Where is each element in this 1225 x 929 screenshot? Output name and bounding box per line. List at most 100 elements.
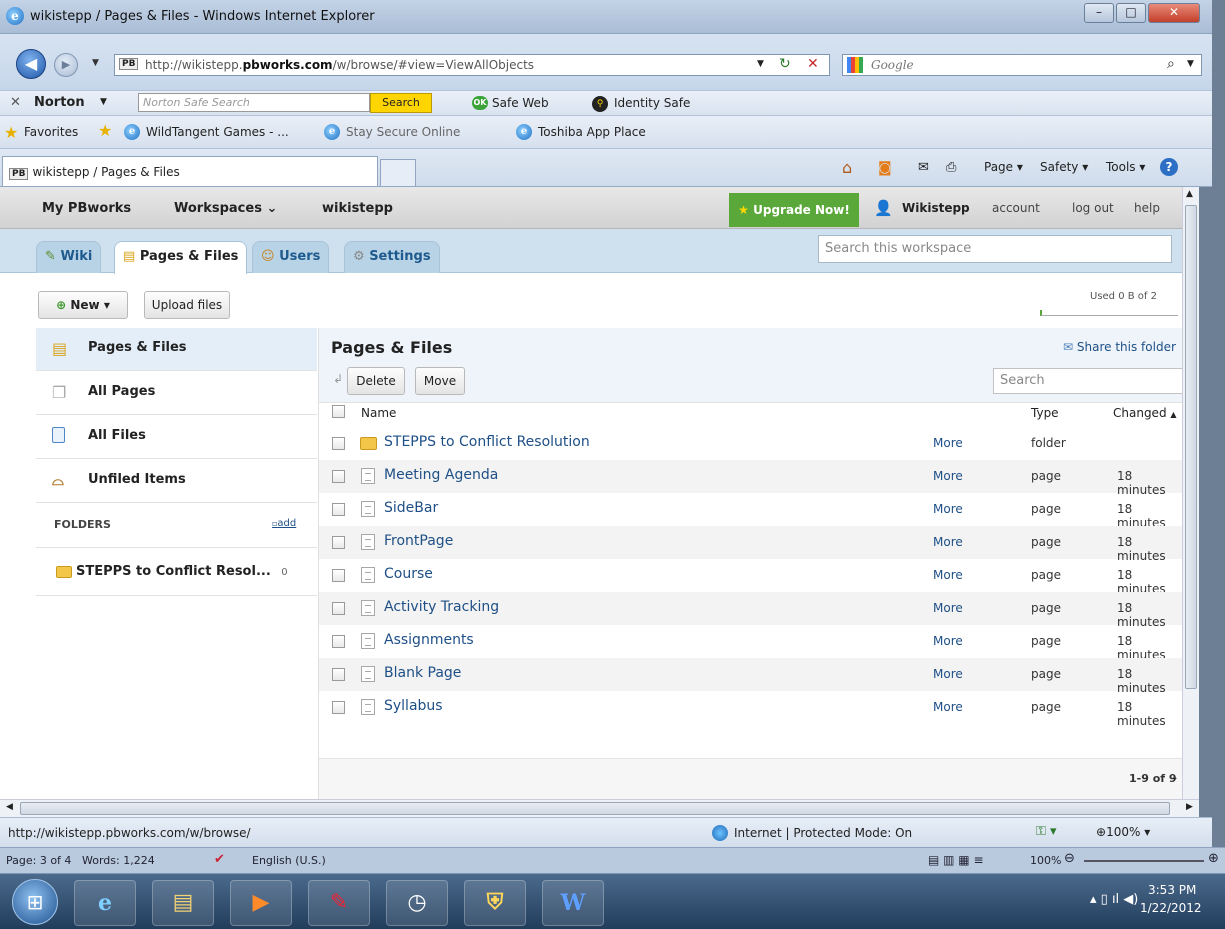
horizontal-scrollbar[interactable]: ◀ ▶: [0, 799, 1199, 817]
row-name[interactable]: Meeting Agenda: [384, 467, 498, 483]
table-row[interactable]: FrontPage More page 18 minutes: [319, 526, 1182, 563]
upgrade-button[interactable]: ★ Upgrade Now!: [729, 193, 859, 227]
user-name[interactable]: Wikistepp: [902, 201, 970, 215]
identity-safe-button[interactable]: Identity Safe: [614, 96, 690, 110]
print-icon[interactable]: ⎙: [946, 160, 956, 175]
zoom-in-icon[interactable]: ⊕: [1208, 851, 1219, 866]
zoom-level[interactable]: ⊕100% ▾: [1096, 825, 1150, 839]
address-bar[interactable]: PB http://wikistepp.pbworks.com/w/browse…: [114, 54, 830, 76]
row-more-link[interactable]: More: [933, 634, 963, 648]
norton-logo[interactable]: Norton: [34, 95, 85, 110]
help-link[interactable]: help: [1134, 201, 1160, 215]
column-type[interactable]: Type: [1031, 406, 1059, 420]
browser-tab-active[interactable]: PB wikistepp / Pages & Files: [2, 156, 378, 186]
sidebar-folder-item[interactable]: STEPPS to Conflict Resol... 0: [36, 549, 317, 596]
taskbar-clock-icon[interactable]: ◷: [386, 880, 448, 926]
refresh-icon[interactable]: ↻: [779, 56, 791, 72]
home-icon[interactable]: ⌂: [842, 158, 852, 177]
tab-users[interactable]: ☺ Users: [252, 241, 330, 273]
row-checkbox[interactable]: [332, 569, 345, 582]
table-row[interactable]: Assignments More page 18 minutes: [319, 625, 1182, 662]
close-button[interactable]: ✕: [1148, 3, 1200, 23]
pagination-dropdown-icon[interactable]: ⌄: [1171, 773, 1179, 783]
protected-mode-icon[interactable]: ⚿ ▾: [1036, 824, 1057, 839]
table-row[interactable]: SideBar More page 18 minutes: [319, 493, 1182, 530]
row-name[interactable]: SideBar: [384, 500, 438, 516]
address-dropdown-icon[interactable]: ▼: [757, 59, 764, 69]
move-button[interactable]: Move: [415, 367, 465, 395]
norton-search-button[interactable]: Search: [370, 93, 432, 113]
row-more-link[interactable]: More: [933, 535, 963, 549]
taskbar-pin-icon[interactable]: ✎: [308, 880, 370, 926]
table-row[interactable]: Syllabus More page 18 minutes: [319, 691, 1182, 728]
row-name[interactable]: Course: [384, 566, 433, 582]
taskbar-ie-icon[interactable]: e: [74, 880, 136, 926]
table-row[interactable]: Meeting Agenda More page 18 minutes: [319, 460, 1182, 497]
security-zone[interactable]: Internet | Protected Mode: On: [734, 826, 912, 840]
row-checkbox[interactable]: [332, 437, 345, 450]
tab-pages-files[interactable]: ▤ Pages & Files: [114, 241, 248, 274]
new-button[interactable]: ⊕ New ▾: [38, 291, 128, 319]
close-toolbar-icon[interactable]: ✕: [10, 95, 21, 110]
my-pbworks-link[interactable]: My PBworks: [42, 201, 131, 216]
row-name[interactable]: Assignments: [384, 632, 474, 648]
vertical-scrollbar[interactable]: ▲: [1182, 187, 1199, 799]
workspace-search-input[interactable]: Search this workspace: [818, 235, 1172, 263]
clock-time[interactable]: 3:53 PM: [1148, 883, 1196, 897]
stop-icon[interactable]: ✕: [807, 56, 819, 72]
row-more-link[interactable]: More: [933, 667, 963, 681]
row-more-link[interactable]: More: [933, 700, 963, 714]
proofing-icon[interactable]: ✔: [214, 852, 225, 867]
feeds-icon[interactable]: ◙: [878, 160, 892, 176]
scroll-right-icon[interactable]: ▶: [1186, 802, 1193, 812]
scroll-up-icon[interactable]: ▲: [1186, 189, 1193, 199]
minimize-button[interactable]: –: [1084, 3, 1114, 23]
row-more-link[interactable]: More: [933, 502, 963, 516]
forward-button[interactable]: ▶: [54, 53, 78, 77]
tools-menu[interactable]: Tools ▾: [1106, 160, 1145, 174]
delete-button[interactable]: Delete: [347, 367, 405, 395]
view-buttons-icon[interactable]: ▤ ▥ ▦ ≡: [928, 853, 984, 867]
norton-menu-icon[interactable]: ▼: [100, 97, 107, 107]
row-checkbox[interactable]: [332, 635, 345, 648]
select-all-checkbox[interactable]: [332, 405, 345, 418]
new-tab-button[interactable]: [380, 159, 416, 186]
row-checkbox[interactable]: [332, 602, 345, 615]
row-checkbox[interactable]: [332, 503, 345, 516]
add-favorite-icon[interactable]: ★: [98, 121, 112, 140]
row-checkbox[interactable]: [332, 668, 345, 681]
row-more-link[interactable]: More: [933, 469, 963, 483]
taskbar-word-icon[interactable]: W: [542, 880, 604, 926]
table-row[interactable]: Course More page 18 minutes: [319, 559, 1182, 596]
mail-icon[interactable]: ✉: [918, 160, 929, 175]
tray-icons[interactable]: ▴ ▯ ıl ◀): [1090, 892, 1138, 907]
norton-search-input[interactable]: Norton Safe Search: [138, 93, 370, 112]
account-link[interactable]: account: [992, 201, 1040, 215]
taskbar-media-icon[interactable]: ▶: [230, 880, 292, 926]
row-name[interactable]: Activity Tracking: [384, 599, 499, 615]
scroll-left-icon[interactable]: ◀: [6, 802, 13, 812]
word-language[interactable]: English (U.S.): [252, 854, 326, 867]
sidebar-item-all-pages[interactable]: ❐ All Pages: [36, 372, 317, 415]
row-checkbox[interactable]: [332, 470, 345, 483]
sidebar-item-pages-files[interactable]: ▤ Pages & Files: [36, 328, 317, 371]
fav-toshiba[interactable]: Toshiba App Place: [538, 125, 646, 139]
taskbar-shield-icon[interactable]: ⛨: [464, 880, 526, 926]
word-zoom[interactable]: 100%: [1030, 854, 1061, 867]
fav-wildtangent[interactable]: WildTangent Games - ...: [146, 125, 289, 139]
recent-pages-dropdown-icon[interactable]: ▼: [92, 58, 99, 68]
safe-web-button[interactable]: Safe Web: [492, 96, 549, 110]
workspaces-menu[interactable]: Workspaces ⌄: [174, 201, 277, 216]
fav-stay-secure[interactable]: Stay Secure Online: [346, 125, 460, 139]
start-button[interactable]: ⊞: [12, 879, 58, 925]
maximize-button[interactable]: □: [1116, 3, 1146, 23]
row-name[interactable]: Syllabus: [384, 698, 443, 714]
page-menu[interactable]: Page ▾: [984, 160, 1023, 174]
zoom-out-icon[interactable]: ⊖: [1064, 851, 1075, 866]
tab-wiki[interactable]: ✎ Wiki: [36, 241, 102, 273]
row-more-link[interactable]: More: [933, 601, 963, 615]
row-more-link[interactable]: More: [933, 568, 963, 582]
word-zoom-slider[interactable]: [1084, 860, 1204, 862]
add-folder-link[interactable]: ▫add: [272, 518, 296, 529]
row-checkbox[interactable]: [332, 701, 345, 714]
